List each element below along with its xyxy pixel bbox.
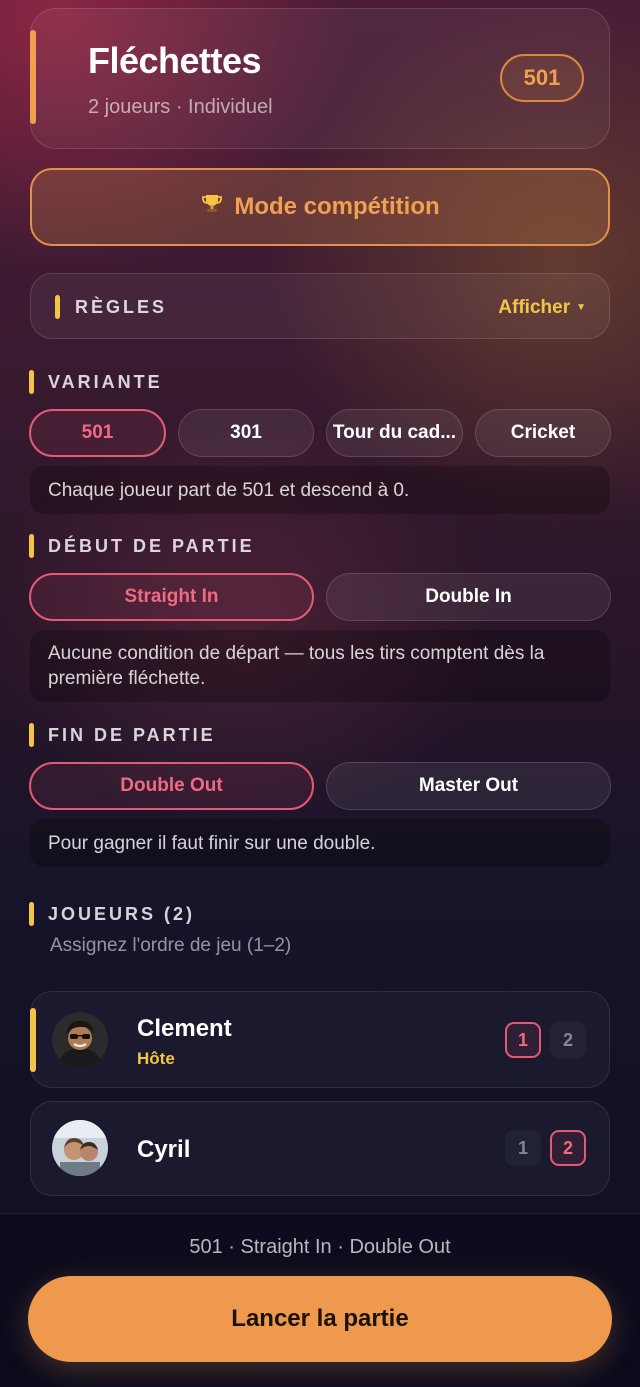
score-badge: 501 (500, 54, 584, 102)
header-accent-bar (30, 30, 36, 124)
rules-title: RÈGLES (75, 297, 168, 317)
start-option-double-in[interactable]: Double In (326, 573, 611, 621)
launch-game-button[interactable]: Lancer la partie (28, 1276, 612, 1362)
page-title: Fléchettes (88, 40, 262, 81)
trophy-icon (200, 192, 224, 223)
competition-mode-button[interactable]: Mode compétition (30, 168, 610, 246)
order-button-2[interactable]: 2 (550, 1130, 586, 1166)
host-accent-bar (30, 1008, 36, 1072)
variant-title: VARIANTE (48, 372, 163, 392)
player-name: Cyril (137, 1136, 191, 1163)
avatar (52, 1012, 108, 1068)
finish-title: FIN DE PARTIE (48, 725, 216, 745)
finish-option-master-out[interactable]: Master Out (326, 762, 611, 810)
players-title: JOUEURS (2) (48, 904, 196, 924)
order-button-1[interactable]: 1 (505, 1022, 541, 1058)
rules-toggle-label: Afficher (498, 297, 571, 318)
page-subtitle: 2 joueurs · Individuel (88, 96, 273, 118)
variant-option-tour-du-cadran[interactable]: Tour du cad... (326, 409, 463, 457)
avatar (52, 1120, 108, 1176)
players-accent-bar (29, 902, 34, 926)
variant-option-cricket[interactable]: Cricket (475, 409, 611, 457)
start-title: DÉBUT DE PARTIE (48, 536, 255, 556)
variant-accent-bar (29, 370, 34, 394)
caret-down-icon: ▼ (576, 302, 586, 313)
finish-description: Pour gagner il faut finir sur une double… (30, 819, 610, 867)
start-accent-bar (29, 534, 34, 558)
start-description: Aucune condition de départ — tous les ti… (30, 630, 610, 702)
order-button-2[interactable]: 2 (550, 1022, 586, 1058)
host-badge: Hôte (137, 1049, 175, 1068)
order-button-1[interactable]: 1 (505, 1130, 541, 1166)
players-hint: Assignez l'ordre de jeu (1–2) (50, 935, 292, 956)
finish-accent-bar (29, 723, 34, 747)
player-name: Clement (137, 1015, 232, 1042)
variant-option-301[interactable]: 301 (178, 409, 314, 457)
start-option-straight-in[interactable]: Straight In (29, 573, 314, 621)
rules-accent-bar (55, 295, 60, 319)
finish-option-double-out[interactable]: Double Out (29, 762, 314, 810)
competition-mode-label: Mode compétition (234, 193, 440, 220)
rules-toggle-button[interactable]: Afficher ▼ (498, 297, 586, 319)
game-summary: 501 · Straight In · Double Out (189, 1236, 451, 1258)
variant-option-501[interactable]: 501 (29, 409, 166, 457)
variant-description: Chaque joueur part de 501 et descend à 0… (30, 466, 610, 514)
